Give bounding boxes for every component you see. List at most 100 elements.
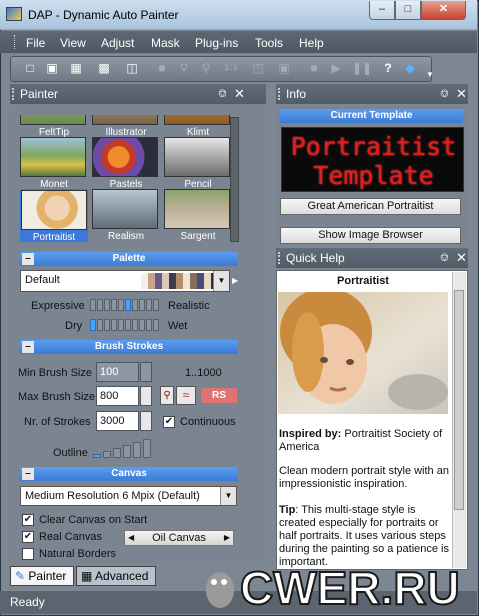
zoom-out-icon[interactable]: ⚲ <box>198 60 214 76</box>
wave-icon[interactable]: ≈ <box>176 386 196 405</box>
chevron-down-icon[interactable]: ▼ <box>220 487 236 505</box>
canvas-type-selector[interactable]: ◀ Oil Canvas ▶ <box>124 530 234 546</box>
slider-segment[interactable] <box>104 299 110 311</box>
new-file-icon[interactable]: □ <box>22 60 38 76</box>
pin-icon[interactable]: ⎊ <box>218 84 227 104</box>
next-arrow-icon[interactable]: ▶ <box>224 531 230 545</box>
close-pane-icon[interactable]: ✕ <box>456 84 467 104</box>
artist-button[interactable]: Great American Portraitist <box>280 198 461 215</box>
style-thumb-sargent[interactable]: Sargent <box>164 189 232 242</box>
style-thumb-pastels[interactable]: Pastels <box>92 137 160 190</box>
menu-plugins[interactable]: Plug-ins <box>195 36 238 50</box>
stop-icon[interactable]: ■ <box>306 60 322 76</box>
close-window-button[interactable]: ✕ <box>421 1 466 20</box>
style-thumb-klimt[interactable]: Klimt <box>164 115 232 138</box>
gallery-scrollbar[interactable] <box>230 117 239 242</box>
save-icon[interactable]: ▦ <box>68 60 84 76</box>
slider-segment[interactable] <box>118 319 124 331</box>
outline-level-bar[interactable] <box>103 451 111 458</box>
slider-segment[interactable] <box>97 319 103 331</box>
slider-segment[interactable] <box>139 299 145 311</box>
collapse-toggle[interactable]: – <box>22 341 34 353</box>
tab-advanced[interactable]: ▦ Advanced <box>76 566 156 586</box>
clear-canvas-checkbox[interactable]: ✔ <box>22 514 34 526</box>
slider-segment[interactable] <box>90 299 96 311</box>
slider-segment[interactable] <box>132 299 138 311</box>
min-brush-size-input[interactable]: 100 <box>96 362 139 382</box>
outline-level-bar[interactable] <box>113 448 121 458</box>
open-folder-icon[interactable]: ▣ <box>44 60 60 76</box>
style-thumb-realism[interactable]: Realism <box>92 189 160 242</box>
pane-grip[interactable] <box>12 88 14 100</box>
show-image-browser-button[interactable]: Show Image Browser <box>280 227 461 244</box>
minimize-button[interactable]: – <box>369 1 395 20</box>
slider-segment[interactable] <box>125 299 131 311</box>
prev-arrow-icon[interactable]: ◀ <box>128 531 134 545</box>
natural-borders-checkbox[interactable] <box>22 548 34 560</box>
menu-tools[interactable]: Tools <box>255 36 283 50</box>
chevron-down-icon[interactable]: ▼ <box>213 271 229 291</box>
min-brush-spinner[interactable] <box>140 362 152 382</box>
menu-help[interactable]: Help <box>299 36 324 50</box>
style-thumb-felttip[interactable]: FeltTip <box>20 115 88 138</box>
save-all-icon[interactable]: ▩ <box>96 60 112 76</box>
zoom-actual-size[interactable]: 1:1 <box>222 60 240 76</box>
pin-icon[interactable]: ⎊ <box>440 248 449 268</box>
zoom-in-icon[interactable]: ⚲ <box>176 60 192 76</box>
real-canvas-checkbox[interactable]: ✔ <box>22 531 34 543</box>
slider-segment[interactable] <box>104 319 110 331</box>
dry-wet-slider[interactable] <box>90 319 164 332</box>
outline-level-control[interactable] <box>93 438 155 458</box>
pause-icon[interactable]: ❚❚ <box>352 60 372 76</box>
style-thumb-monet[interactable]: Monet <box>20 137 88 190</box>
slider-segment[interactable] <box>139 319 145 331</box>
expressive-realistic-slider[interactable] <box>90 299 164 312</box>
pin-icon[interactable]: ⎊ <box>440 84 449 104</box>
style-thumb-illustrator[interactable]: Illustrator <box>92 115 160 138</box>
maximize-button[interactable]: □ <box>395 1 421 20</box>
slider-segment[interactable] <box>153 319 159 331</box>
help-icon[interactable]: ? <box>380 60 396 76</box>
batch-icon[interactable]: ▣ <box>276 60 292 76</box>
camera-icon[interactable]: ■ <box>154 60 170 76</box>
strokes-spinner[interactable] <box>140 411 152 431</box>
slider-segment[interactable] <box>111 299 117 311</box>
max-brush-spinner[interactable] <box>140 386 152 406</box>
info-cube-icon[interactable]: ◆ <box>402 60 418 76</box>
style-thumb-pencil[interactable]: Pencil <box>164 137 232 190</box>
menu-grip[interactable] <box>14 35 17 49</box>
max-brush-size-input[interactable]: 800 <box>96 386 139 406</box>
slider-segment[interactable] <box>146 319 152 331</box>
menu-mask[interactable]: Mask <box>151 36 180 50</box>
continuous-checkbox[interactable]: ✔ <box>163 416 175 428</box>
slider-segment[interactable] <box>146 299 152 311</box>
help-scrollbar-thumb[interactable] <box>454 290 464 510</box>
outline-level-bar[interactable] <box>133 442 141 458</box>
slider-segment[interactable] <box>90 319 96 331</box>
menu-file[interactable]: File <box>26 36 45 50</box>
slider-segment[interactable] <box>132 319 138 331</box>
palette-menu-arrow-icon[interactable]: ▶ <box>232 276 238 285</box>
slider-segment[interactable] <box>118 299 124 311</box>
toolbar-overflow-icon[interactable]: ▼ <box>426 70 434 79</box>
outline-level-bar[interactable] <box>123 445 131 458</box>
slider-segment[interactable] <box>153 299 159 311</box>
strokes-input[interactable]: 3000 <box>96 411 139 431</box>
pane-grip[interactable] <box>278 252 280 264</box>
slider-segment[interactable] <box>125 319 131 331</box>
menu-view[interactable]: View <box>60 36 86 50</box>
canvas-section-header[interactable]: – Canvas <box>20 467 238 481</box>
menu-adjust[interactable]: Adjust <box>101 36 134 50</box>
play-icon[interactable]: ▶ <box>328 60 344 76</box>
collapse-toggle[interactable]: – <box>22 468 34 480</box>
brush-section-header[interactable]: – Brush Strokes <box>20 340 238 354</box>
close-pane-icon[interactable]: ✕ <box>456 248 467 268</box>
slider-segment[interactable] <box>111 319 117 331</box>
resolution-select[interactable]: Medium Resolution 6 Mpix (Default) ▼ <box>20 486 237 506</box>
palette-select[interactable]: Default ▼ <box>20 270 230 292</box>
collapse-toggle[interactable]: – <box>22 253 34 265</box>
rs-button[interactable]: RS <box>201 388 237 403</box>
clipboard-icon[interactable]: ◫ <box>124 60 140 76</box>
outline-level-bar[interactable] <box>143 439 151 458</box>
tab-painter[interactable]: ✎ Painter <box>10 566 74 586</box>
